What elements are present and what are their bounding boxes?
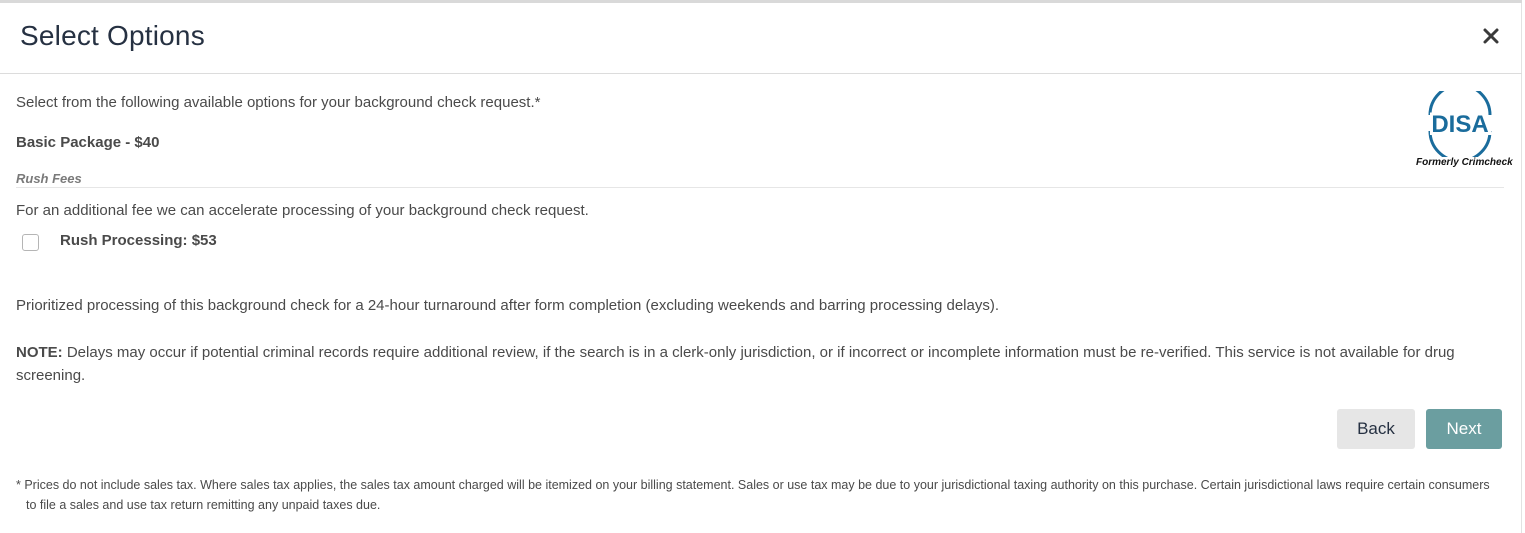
dialog-title: Select Options — [20, 20, 205, 51]
back-button[interactable]: Back — [1337, 409, 1415, 449]
note-label: NOTE: — [16, 344, 63, 361]
rush-fee-description: For an additional fee we can accelerate … — [16, 202, 589, 219]
logo-text: DISA — [1431, 111, 1488, 138]
rush-note: NOTE: Delays may occur if potential crim… — [16, 341, 1504, 387]
logo-caption: Formerly Crimcheck — [1416, 157, 1513, 168]
dialog-header: Select Options — [0, 3, 1522, 74]
note-text: Delays may occur if potential criminal r… — [16, 344, 1455, 384]
sales-tax-footnote: * Prices do not include sales tax. Where… — [16, 478, 1490, 512]
close-button[interactable] — [1480, 25, 1502, 47]
rush-processing-label[interactable]: Rush Processing: $53 — [60, 232, 217, 249]
intro-text: Select from the following available opti… — [16, 94, 541, 111]
close-icon — [1483, 28, 1499, 44]
disa-logo-mark: DISA DISA — [1428, 83, 1492, 163]
rush-processing-detail: Prioritized processing of this backgroun… — [16, 297, 1000, 314]
rush-fees-heading: Rush Fees — [16, 171, 82, 186]
disa-logo: DISA DISA Formerly Crimcheck — [1416, 83, 1513, 173]
rush-processing-checkbox[interactable] — [22, 234, 39, 251]
next-button[interactable]: Next — [1426, 409, 1502, 449]
section-divider — [16, 187, 1504, 188]
select-options-dialog: Select Options Select from the following… — [0, 0, 1522, 533]
package-label: Basic Package - $40 — [16, 134, 160, 151]
